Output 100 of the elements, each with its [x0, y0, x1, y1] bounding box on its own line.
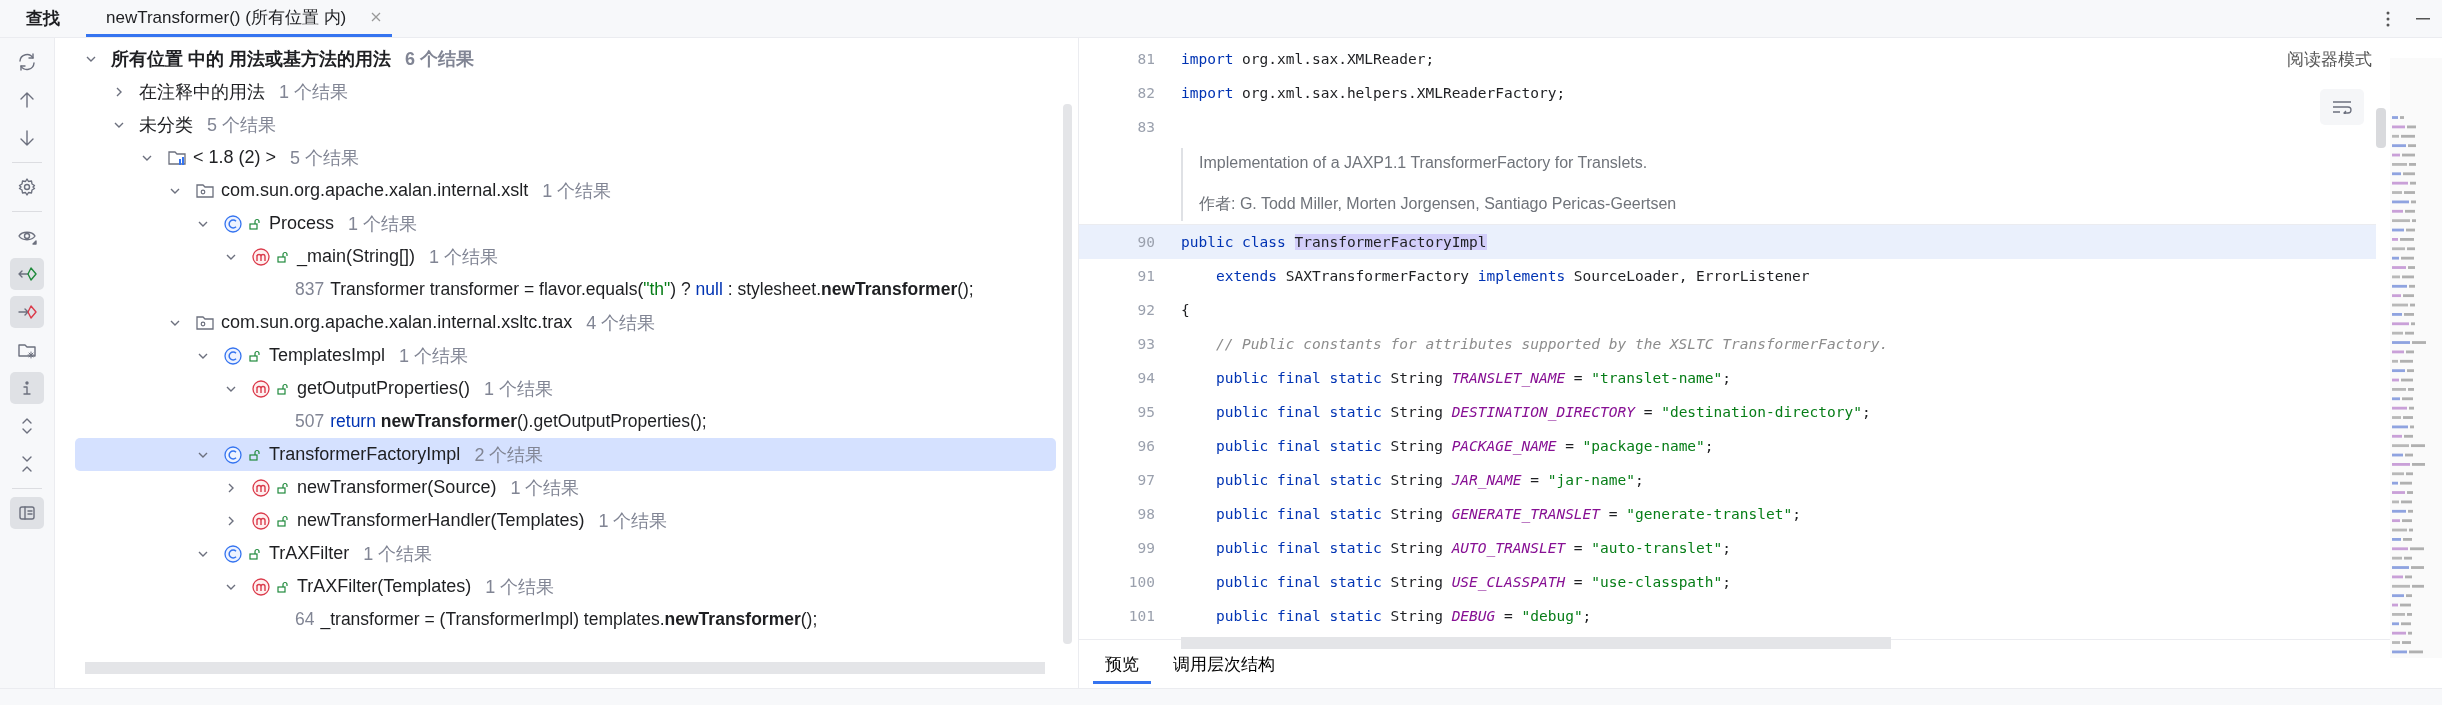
open-lock-icon: [249, 448, 261, 461]
method-row[interactable]: _main(String[]) 1 个结果: [75, 240, 1056, 273]
class-icon: [223, 345, 243, 366]
code-line: public final static String AUTO_TRANSLET = "auto-translet";: [1214, 540, 1732, 556]
scrollbar[interactable]: [85, 662, 1045, 674]
result-count: 1 个结果: [598, 509, 668, 533]
usage-line[interactable]: 64 _transformer = (TransformerImpl) templates.newTransformer();: [75, 603, 1056, 636]
arrow-out-button[interactable]: [10, 296, 44, 328]
scrollbar[interactable]: [1063, 104, 1072, 644]
arrow-in-button[interactable]: [10, 258, 44, 290]
line-number: 90: [1136, 234, 1156, 250]
line-number: 99: [1136, 540, 1156, 556]
package-row[interactable]: com.sun.org.apache.xalan.internal.xsltc.trax 4 个结果: [75, 306, 1056, 339]
method-row[interactable]: newTransformerHandler(Templates) 1 个结果: [75, 504, 1056, 537]
line-number: 92: [1136, 302, 1156, 318]
minimize-icon[interactable]: [2416, 17, 2430, 20]
result-count: 1 个结果: [363, 542, 433, 566]
scrollbar[interactable]: [1181, 637, 1891, 649]
code-line: public final static String GENERATE_TRANSLET = "generate-translet";: [1214, 506, 1801, 522]
result-count: 2 个结果: [474, 443, 544, 467]
info-button[interactable]: [10, 372, 44, 404]
panel-title: 查找: [26, 8, 60, 30]
package-row[interactable]: com.sun.org.apache.xalan.internal.xslt 1 个结果: [75, 174, 1056, 207]
node-label: newTransformerHandler(Templates): [297, 510, 585, 531]
code-line: import org.xml.sax.XMLReader;: [1181, 51, 1435, 67]
line-number: 100: [1127, 574, 1156, 590]
code-line: {: [1181, 302, 1190, 318]
method-icon: [251, 477, 271, 498]
open-lock-icon: [249, 349, 261, 362]
node-label: TransformerFactoryImpl: [269, 444, 461, 465]
node-label: 所有位置 中的 用法或基方法的用法: [111, 47, 391, 71]
result-count: 1 个结果: [542, 179, 612, 203]
more-icon[interactable]: [2386, 10, 2390, 27]
code-line: public class TransformerFactoryImpl: [1181, 234, 1487, 250]
open-lock-icon: [277, 250, 289, 263]
node-label: Process: [269, 213, 335, 234]
class-row[interactable]: TemplatesImpl 1 个结果: [75, 339, 1056, 372]
code-line: // Public constants for attributes supported by the XSLTC TransformerFactory.: [1214, 336, 1889, 352]
code-line: extends SAXTransformerFactory implements SourceLoader, ErrorListener: [1214, 268, 1810, 284]
code-line: import org.xml.sax.helpers.XMLReaderFactory;: [1181, 85, 1566, 101]
soft-wrap-button[interactable]: [2320, 89, 2364, 125]
node-label: 在注释中的用法: [139, 80, 265, 104]
module-row[interactable]: < 1.8 (2) > 5 个结果: [75, 141, 1056, 174]
node-label: TrAXFilter(Templates): [297, 576, 472, 597]
code-line: public final static String PACKAGE_NAME = "package-name";: [1214, 438, 1714, 454]
usage-line[interactable]: 507 return newTransformer().getOutputProperties();: [75, 405, 1056, 438]
result-count: 1 个结果: [484, 377, 554, 401]
class-row[interactable]: Process 1 个结果: [75, 207, 1056, 240]
open-lock-icon: [249, 547, 261, 560]
doc-author: 作者: G. Todd Miller, Morten Jorgensen, Santiago Pericas-Geertsen: [1199, 193, 1677, 214]
code-line: public final static String DEBUG = "debug";: [1214, 608, 1592, 624]
line-number: 83: [1136, 119, 1156, 135]
node-label: < 1.8 (2) >: [193, 147, 277, 168]
method-icon: [251, 510, 271, 531]
result-count: 5 个结果: [207, 113, 276, 137]
line-number: 82: [1136, 85, 1156, 101]
search-tab[interactable]: newTransformer() (所有位置 内): [86, 0, 393, 37]
line-number: 95: [1136, 404, 1156, 420]
method-icon: [251, 378, 271, 399]
usage-line[interactable]: 837 Transformer transformer = flavor.equals("th") ? null : stylesheet.newTransformer();: [75, 273, 1056, 306]
line-number: 94: [1136, 370, 1156, 386]
tree-root-row[interactable]: 所有位置 中的 用法或基方法的用法 6 个结果: [75, 42, 1056, 75]
code-line: public final static String USE_CLASSPATH = "use-classpath";: [1214, 574, 1732, 590]
method-row[interactable]: TrAXFilter(Templates) 1 个结果: [75, 570, 1056, 603]
node-label: _main(String[]): [297, 246, 416, 267]
node-label: newTransformer(Source): [297, 477, 497, 498]
bottom-tab[interactable]: 预览: [1093, 644, 1151, 684]
panel-button[interactable]: [10, 497, 44, 529]
close-icon[interactable]: [370, 11, 383, 23]
result-count: 5 个结果: [290, 146, 360, 170]
result-count: 1 个结果: [429, 245, 499, 269]
method-icon: [251, 576, 271, 597]
open-lock-icon: [277, 580, 289, 593]
group-row[interactable]: 未分类 5 个结果: [75, 108, 1056, 141]
code-line: public final static String TRANSLET_NAME = "translet-name";: [1214, 370, 1732, 386]
node-label: com.sun.org.apache.xalan.internal.xslt: [221, 180, 529, 201]
open-lock-icon: [277, 514, 289, 527]
result-count: 1 个结果: [485, 575, 555, 599]
class-icon: [223, 543, 243, 564]
result-count: 1 个结果: [279, 80, 348, 104]
line-number: 96: [1136, 438, 1156, 454]
line-number: 97: [1136, 472, 1156, 488]
line-number: 91: [1136, 268, 1156, 284]
result-count: 4 个结果: [586, 311, 656, 335]
line-number: 93: [1136, 336, 1156, 352]
result-count: 1 个结果: [348, 212, 418, 236]
scrollbar[interactable]: [2376, 108, 2386, 148]
class-row[interactable]: TransformerFactoryImpl 2 个结果: [75, 438, 1056, 471]
line-number: 98: [1136, 506, 1156, 522]
open-lock-icon: [277, 382, 289, 395]
method-row[interactable]: newTransformer(Source) 1 个结果: [75, 471, 1056, 504]
method-row[interactable]: getOutputProperties() 1 个结果: [75, 372, 1056, 405]
class-row[interactable]: TrAXFilter 1 个结果: [75, 537, 1056, 570]
node-label: TrAXFilter: [269, 543, 350, 564]
node-label: TemplatesImpl: [269, 345, 386, 366]
bottom-tab[interactable]: 调用层次结构: [1161, 644, 1287, 684]
reader-mode-link[interactable]: 阅读器模式: [2287, 48, 2372, 71]
group-row[interactable]: 在注释中的用法 1 个结果: [75, 75, 1056, 108]
node-label: getOutputProperties(): [297, 378, 471, 399]
open-lock-icon: [249, 217, 261, 230]
